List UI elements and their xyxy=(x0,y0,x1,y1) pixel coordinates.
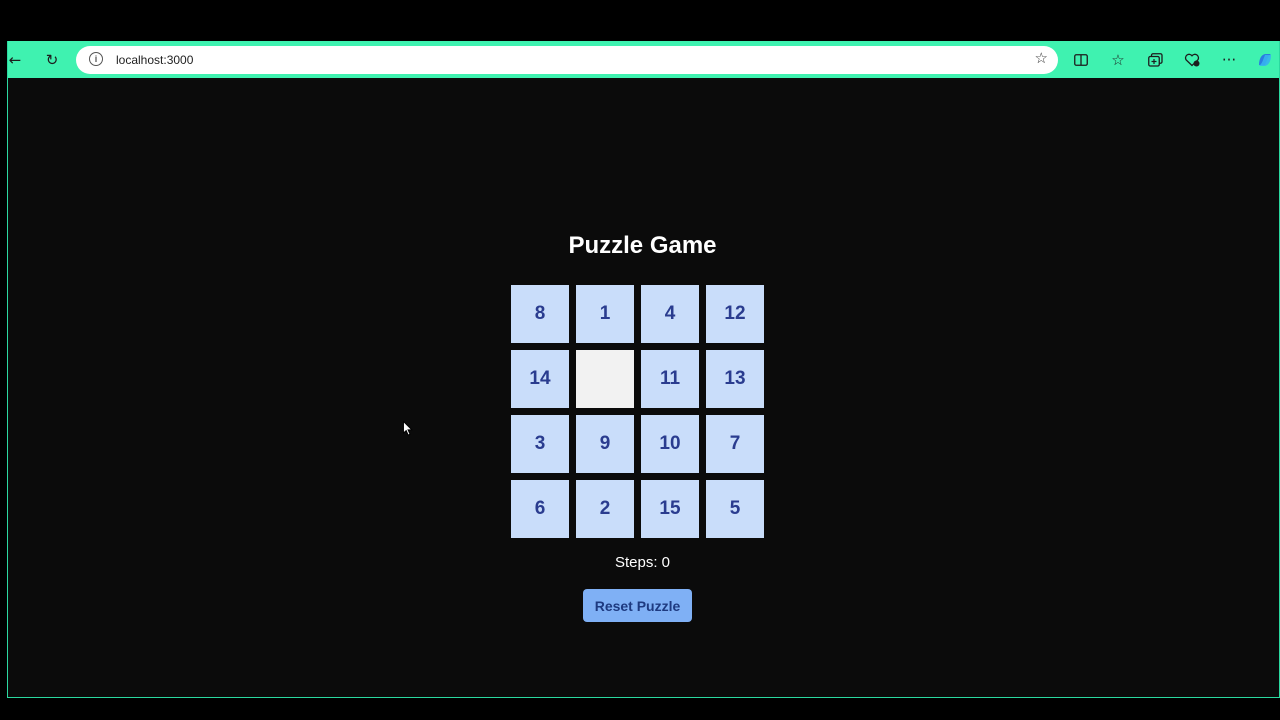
puzzle-tile[interactable]: 5 xyxy=(706,480,764,538)
empty-tile[interactable] xyxy=(576,350,634,408)
extensions-icon[interactable] xyxy=(1182,50,1202,70)
puzzle-tile[interactable]: 10 xyxy=(641,415,699,473)
browser-toolbar: ← ↻ i localhost:3000 ☆ ☆ ··· xyxy=(8,41,1279,78)
puzzle-tile[interactable]: 4 xyxy=(641,285,699,343)
info-icon[interactable]: i xyxy=(89,52,103,66)
address-bar[interactable]: i localhost:3000 ☆ xyxy=(76,46,1058,74)
reset-puzzle-button[interactable]: Reset Puzzle xyxy=(583,589,692,622)
puzzle-tile[interactable]: 15 xyxy=(641,480,699,538)
puzzle-tile[interactable]: 14 xyxy=(511,350,569,408)
puzzle-tile[interactable]: 1 xyxy=(576,285,634,343)
puzzle-tile[interactable]: 12 xyxy=(706,285,764,343)
copilot-icon[interactable] xyxy=(1255,50,1275,70)
url-text[interactable]: localhost:3000 xyxy=(116,53,193,67)
favorites-icon[interactable]: ☆ xyxy=(1108,50,1128,70)
puzzle-tile[interactable]: 13 xyxy=(706,350,764,408)
split-screen-icon[interactable] xyxy=(1071,50,1091,70)
puzzle-tile[interactable]: 3 xyxy=(511,415,569,473)
puzzle-tile[interactable]: 9 xyxy=(576,415,634,473)
puzzle-tile[interactable]: 7 xyxy=(706,415,764,473)
puzzle-tile[interactable]: 11 xyxy=(641,350,699,408)
collections-icon[interactable] xyxy=(1145,50,1165,70)
puzzle-tile[interactable]: 8 xyxy=(511,285,569,343)
browser-window: ← ↻ i localhost:3000 ☆ ☆ ··· Puzzle Game… xyxy=(7,41,1280,698)
page-title: Puzzle Game xyxy=(568,232,717,259)
more-icon[interactable]: ··· xyxy=(1219,50,1239,70)
star-icon[interactable]: ☆ xyxy=(1035,51,1048,66)
page-content: Puzzle Game 8 1 4 12 14 11 13 3 9 10 7 6 2 15 5 Steps:… xyxy=(8,78,1279,698)
steps-counter: Steps: 0 xyxy=(614,554,671,571)
puzzle-tile[interactable]: 2 xyxy=(576,480,634,538)
puzzle-tile[interactable]: 6 xyxy=(511,480,569,538)
refresh-icon[interactable]: ↻ xyxy=(42,50,62,70)
puzzle-board: 8 1 4 12 14 11 13 3 9 10 7 6 2 15 5 xyxy=(511,285,764,538)
back-arrow-icon[interactable]: ← xyxy=(5,50,25,70)
